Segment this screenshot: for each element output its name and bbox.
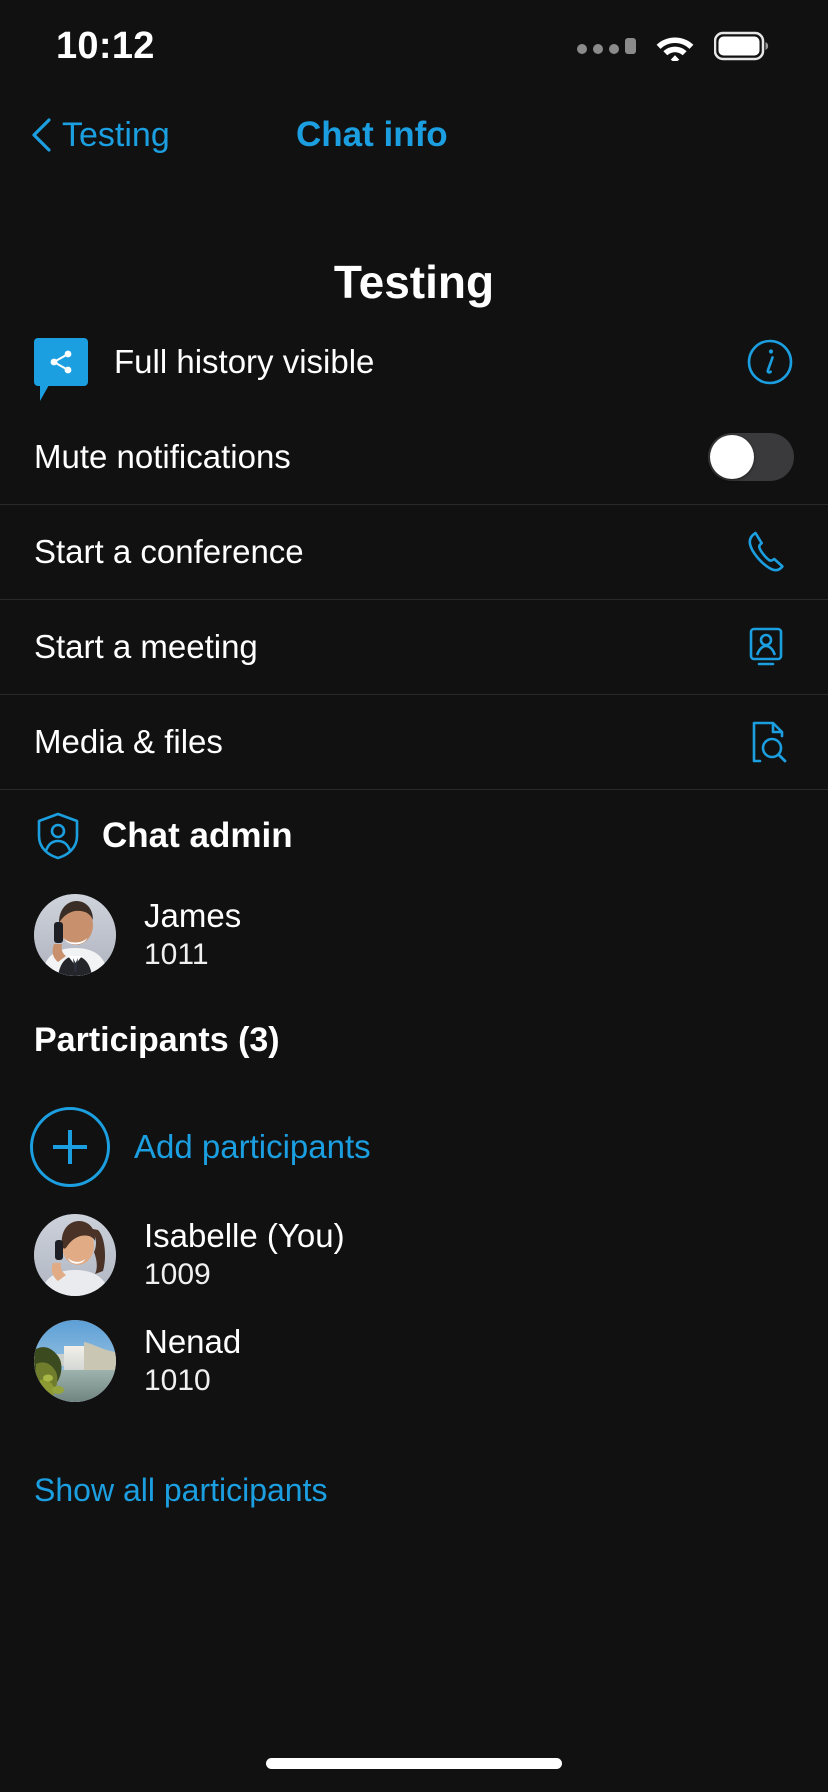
bottom-spacer — [0, 1538, 828, 1734]
back-button-label: Testing — [62, 115, 170, 154]
person-meta: James 1011 — [144, 897, 241, 972]
person-name: James — [144, 897, 242, 935]
person-meta: Nenad 1010 — [144, 1323, 241, 1398]
mute-notifications-label: Mute notifications — [34, 438, 291, 475]
info-circle-icon[interactable] — [746, 338, 794, 386]
waterfall-landscape-photo — [34, 1320, 116, 1402]
status-time: 10:12 — [56, 24, 155, 67]
avatar — [34, 1214, 116, 1296]
chevron-left-icon — [32, 118, 51, 152]
content-area: Full history visible Mute notifications … — [0, 314, 828, 1734]
woman-on-phone-photo — [34, 1214, 116, 1296]
avatar — [34, 894, 116, 976]
man-on-phone-photo — [34, 894, 116, 976]
phone-handset-icon — [738, 524, 794, 580]
media-files-row[interactable]: Media & files — [0, 695, 828, 789]
add-participants-button[interactable]: Add participants — [0, 1092, 828, 1202]
start-conference-row[interactable]: Start a conference — [0, 505, 828, 599]
participants-heading: Participants (3) — [34, 1020, 280, 1059]
home-indicator-area — [0, 1734, 828, 1792]
person-name: Nenad — [144, 1323, 242, 1361]
status-indicators — [577, 31, 770, 61]
add-participants-label: Add participants — [134, 1128, 371, 1165]
start-meeting-row[interactable]: Start a meeting — [0, 600, 828, 694]
full-history-label: Full history visible — [114, 343, 375, 380]
wifi-icon — [654, 31, 696, 61]
chat-info-screen: 10:12 Testing Chat info Testing Full his… — [0, 0, 828, 1792]
start-meeting-label: Start a meeting — [34, 628, 258, 665]
plus-circle-icon — [30, 1107, 110, 1187]
full-history-row[interactable]: Full history visible — [0, 314, 828, 410]
toggle-knob — [710, 435, 754, 479]
person-meta: Isabelle (You) 1009 — [144, 1217, 345, 1292]
back-button[interactable]: Testing — [30, 116, 170, 155]
participant-row[interactable]: Nenad 1010 — [0, 1308, 828, 1414]
mute-notifications-toggle[interactable] — [708, 433, 794, 481]
page-header-title: Chat info — [296, 115, 448, 154]
chat-name-title: Testing — [333, 256, 495, 308]
person-extension: 1010 — [144, 1364, 211, 1398]
person-on-screen-icon — [738, 619, 794, 675]
avatar — [34, 1320, 116, 1402]
person-name: Isabelle (You) — [144, 1217, 345, 1255]
chat-admin-title: Chat admin — [102, 816, 293, 855]
shield-person-icon — [34, 811, 82, 861]
show-all-participants-link[interactable]: Show all participants — [0, 1442, 828, 1538]
media-files-label: Media & files — [34, 723, 223, 760]
chat-admin-person-row[interactable]: James 1011 — [0, 882, 828, 988]
battery-full-icon — [714, 31, 770, 61]
navigation-bar: Testing Chat info — [0, 92, 828, 178]
mute-notifications-row[interactable]: Mute notifications — [0, 410, 828, 504]
person-extension: 1011 — [144, 938, 209, 972]
cellular-signal-dots-icon — [577, 38, 636, 54]
participant-row[interactable]: Isabelle (You) 1009 — [0, 1202, 828, 1308]
status-bar: 10:12 — [0, 0, 828, 92]
start-conference-label: Start a conference — [34, 533, 304, 570]
home-indicator[interactable] — [266, 1757, 562, 1769]
document-search-icon — [738, 714, 794, 770]
share-bubble-icon — [34, 338, 88, 401]
person-extension: 1009 — [144, 1258, 211, 1292]
chat-admin-header: Chat admin — [0, 790, 828, 882]
